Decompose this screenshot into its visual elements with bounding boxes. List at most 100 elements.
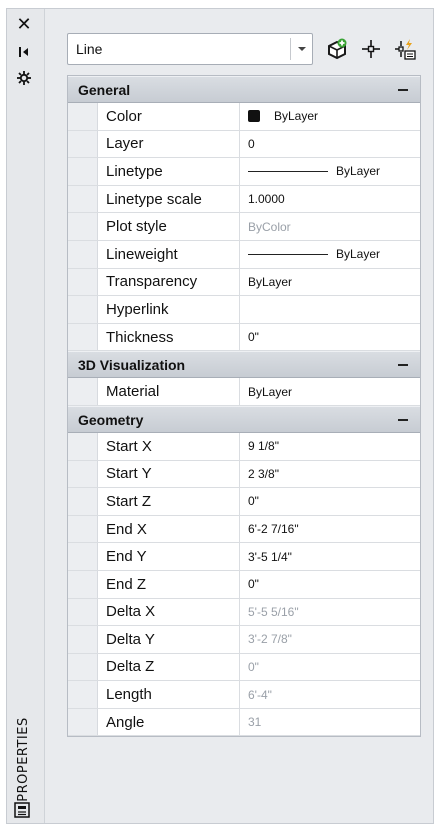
collapse-icon[interactable] bbox=[398, 89, 408, 91]
property-name: Length bbox=[106, 681, 240, 708]
property-row-start-y: Start Y 2 3/8" bbox=[68, 460, 420, 489]
property-row-end-y: End Y 3'-5 1/4" bbox=[68, 543, 420, 571]
property-name: Linetype scale bbox=[106, 185, 240, 213]
row-indent bbox=[68, 213, 98, 240]
property-value[interactable]: ByLayer bbox=[248, 378, 420, 405]
section-geometry[interactable]: Geometry bbox=[68, 405, 420, 433]
property-row-material: Material ByLayer bbox=[68, 378, 420, 406]
property-name: Transparency bbox=[106, 268, 240, 296]
property-name: End Z bbox=[106, 570, 240, 598]
property-row-end-x: End X 6'-2 7/16" bbox=[68, 515, 420, 544]
value-text: ByLayer bbox=[336, 164, 381, 179]
settings-icon[interactable] bbox=[13, 67, 35, 89]
close-icon[interactable]: ✕ bbox=[13, 13, 35, 35]
properties-panel-icon[interactable] bbox=[13, 801, 33, 821]
property-value: 5'-5 5/16" bbox=[248, 604, 299, 619]
property-value[interactable]: ByLayer bbox=[248, 103, 420, 130]
property-name: Plot style bbox=[106, 213, 240, 240]
row-indent bbox=[68, 681, 98, 708]
row-indent bbox=[68, 570, 98, 598]
property-value[interactable]: 0" bbox=[248, 488, 420, 515]
row-indent bbox=[68, 185, 98, 213]
property-row-delta-z: Delta Z 0" bbox=[68, 653, 420, 682]
row-indent bbox=[68, 598, 98, 626]
property-name: Start Y bbox=[106, 460, 240, 488]
property-row-hyperlink: Hyperlink bbox=[68, 296, 420, 324]
property-name: Delta X bbox=[106, 598, 240, 626]
chevron-down-icon[interactable] bbox=[296, 43, 308, 55]
properties-content: Line General Color ByLayer Layer 0 Linet… bbox=[61, 27, 421, 823]
collapse-icon[interactable] bbox=[398, 418, 408, 421]
section-title: General bbox=[78, 82, 131, 98]
linetype-sample-icon bbox=[248, 170, 328, 172]
quick-select-icon[interactable] bbox=[391, 35, 419, 63]
dropdown-divider bbox=[290, 38, 291, 60]
property-value: 0" bbox=[248, 659, 259, 674]
section-3d-visualization[interactable]: 3D Visualization bbox=[68, 351, 420, 379]
property-value[interactable]: 0" bbox=[248, 324, 420, 351]
row-indent bbox=[68, 460, 98, 488]
property-value[interactable] bbox=[248, 296, 420, 323]
object-type-value: Line bbox=[76, 41, 103, 57]
property-name: Hyperlink bbox=[106, 296, 240, 323]
property-value[interactable]: 9 1/8" bbox=[248, 433, 420, 460]
section-general[interactable]: General bbox=[68, 76, 420, 103]
property-value[interactable]: 2 3/8" bbox=[248, 461, 420, 488]
section-title: Geometry bbox=[78, 411, 144, 428]
row-indent bbox=[68, 103, 98, 130]
value-text: ByLayer bbox=[274, 109, 319, 124]
property-value[interactable]: 1.0000 bbox=[248, 186, 420, 213]
collapse-icon[interactable] bbox=[398, 364, 408, 367]
property-name: Color bbox=[106, 103, 240, 130]
property-value: 6'-4" bbox=[248, 687, 272, 702]
property-name: Lineweight bbox=[106, 240, 240, 268]
select-objects-icon[interactable] bbox=[357, 35, 385, 63]
row-indent bbox=[68, 653, 98, 681]
autohide-icon[interactable] bbox=[13, 41, 35, 63]
row-indent bbox=[68, 240, 98, 268]
properties-toolbar: Line bbox=[61, 33, 421, 65]
object-type-dropdown[interactable]: Line bbox=[67, 33, 313, 65]
palette-title-bar: ✕ PROPERTIES bbox=[7, 9, 45, 823]
property-value[interactable]: 3'-5 1/4" bbox=[248, 543, 420, 570]
property-value[interactable]: 0 bbox=[248, 131, 420, 158]
property-row-delta-x: Delta X 5'-5 5/16" bbox=[68, 598, 420, 627]
property-value[interactable]: ByLayer bbox=[248, 158, 420, 185]
property-value[interactable]: ByLayer bbox=[248, 269, 420, 296]
section-title: 3D Visualization bbox=[78, 357, 186, 374]
row-indent bbox=[68, 130, 98, 158]
row-indent bbox=[68, 158, 98, 185]
property-value: 3'-2 7/8" bbox=[248, 632, 292, 647]
palette-title: PROPERTIES bbox=[15, 716, 31, 802]
property-name: Delta Z bbox=[106, 653, 240, 681]
property-value[interactable]: 6'-2 7/16" bbox=[248, 516, 420, 543]
row-indent bbox=[68, 543, 98, 570]
property-name: Linetype bbox=[106, 158, 240, 185]
property-value[interactable]: 0" bbox=[248, 571, 420, 598]
toggle-pickadd-icon[interactable] bbox=[323, 35, 351, 63]
row-indent bbox=[68, 626, 98, 653]
property-name: Delta Y bbox=[106, 626, 240, 653]
property-name: Angle bbox=[106, 708, 240, 736]
property-row-start-x: Start X 9 1/8" bbox=[68, 432, 420, 461]
properties-palette: ✕ PROPERTIES Line General Color ByLayer … bbox=[6, 8, 434, 824]
row-indent bbox=[68, 296, 98, 323]
property-row-length: Length 6'-4" bbox=[68, 681, 420, 709]
property-value: ByColor bbox=[248, 219, 291, 234]
property-row-angle: Angle 31 bbox=[68, 708, 420, 737]
property-row-start-z: Start Z 0" bbox=[68, 488, 420, 516]
value-text: ByLayer bbox=[336, 247, 381, 262]
property-name: Material bbox=[106, 378, 240, 405]
property-name: End Y bbox=[106, 543, 240, 570]
row-indent bbox=[68, 515, 98, 543]
property-value[interactable]: ByLayer bbox=[248, 241, 420, 268]
property-row-end-z: End Z 0" bbox=[68, 570, 420, 599]
row-indent bbox=[68, 378, 98, 405]
property-name: Layer bbox=[106, 130, 240, 158]
row-indent bbox=[68, 488, 98, 515]
property-row-linetype-scale: Linetype scale 1.0000 bbox=[68, 185, 420, 214]
properties-grid: General Color ByLayer Layer 0 Linetype B… bbox=[67, 75, 421, 738]
lineweight-sample-icon bbox=[248, 253, 328, 255]
row-indent bbox=[68, 432, 98, 460]
property-name: Thickness bbox=[106, 323, 240, 351]
